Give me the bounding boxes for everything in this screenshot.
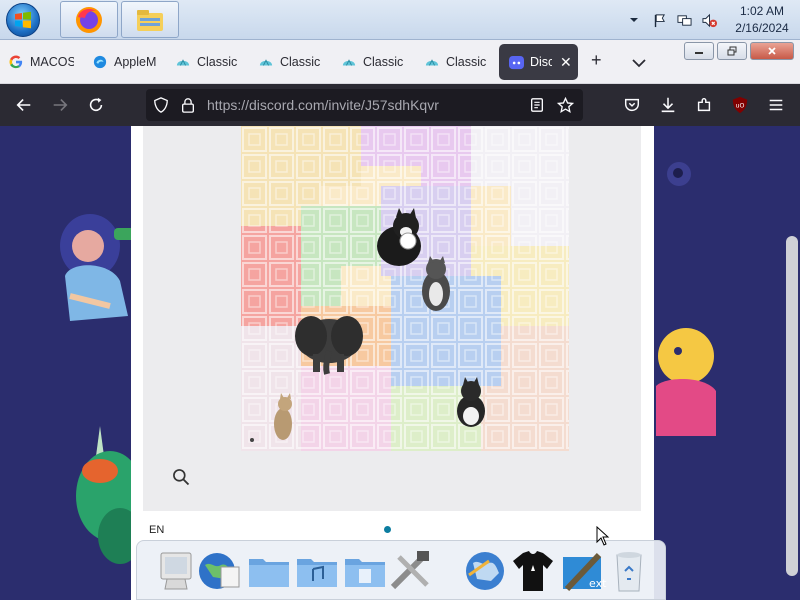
globe-icon[interactable] xyxy=(195,547,243,595)
page-scrollbar[interactable] xyxy=(784,126,800,600)
window-controls xyxy=(681,42,794,60)
volume-muted-icon[interactable] xyxy=(701,12,717,28)
chevron-down-icon[interactable] xyxy=(632,52,646,73)
system-tray: 1:02 AM 2/16/2024 xyxy=(626,0,800,40)
xcode-icon[interactable]: ext xyxy=(559,547,607,595)
bookmark-star-icon[interactable] xyxy=(556,96,574,114)
new-tab-icon[interactable]: + xyxy=(591,50,602,71)
character-illustration-right xyxy=(656,328,716,436)
tab-classic-3[interactable]: Classic xyxy=(341,44,403,80)
internet-globe-icon[interactable] xyxy=(461,547,509,595)
tab-macos[interactable]: MACOS xyxy=(8,44,74,80)
mac-style-dock: ext xyxy=(136,540,666,600)
menu-hamburger-icon[interactable] xyxy=(766,95,786,115)
minimize-button[interactable] xyxy=(684,42,714,60)
utilities-icon[interactable] xyxy=(387,547,435,595)
shell-icon xyxy=(175,54,191,70)
tab-label: Classic xyxy=(280,55,320,69)
web-page: EN xyxy=(0,126,800,600)
tshirt-icon[interactable] xyxy=(509,547,557,595)
taskbar-explorer[interactable] xyxy=(121,1,179,38)
language-selector[interactable]: EN xyxy=(149,524,164,536)
browser-tab-strip: MACOS AppleM Classic Classic Classic Cla… xyxy=(0,40,800,84)
tab-label: Classic xyxy=(197,55,237,69)
captcha-challenge xyxy=(143,126,641,511)
chevron-up-icon[interactable] xyxy=(626,12,642,28)
tab-label: AppleM xyxy=(114,55,156,69)
discord-icon xyxy=(508,54,524,70)
firefox-icon xyxy=(76,6,102,33)
tab-classic-1[interactable]: Classic xyxy=(175,44,237,80)
tab-label: Classic xyxy=(446,55,486,69)
tab-label: Discord xyxy=(530,55,552,69)
folder-explorer-icon xyxy=(137,9,163,31)
shell-icon xyxy=(341,54,357,70)
close-tab-icon[interactable]: ✕ xyxy=(560,54,572,71)
system-clock[interactable]: 1:02 AM 2/16/2024 xyxy=(726,3,798,37)
clock-time: 1:02 AM xyxy=(739,4,785,18)
plant-illustration-left xyxy=(76,426,140,564)
shell-icon xyxy=(424,54,440,70)
reload-icon[interactable] xyxy=(86,95,106,115)
captcha-marker-dot xyxy=(250,438,254,442)
windows-taskbar: 1:02 AM 2/16/2024 xyxy=(0,0,800,40)
character-illustration-left xyxy=(60,214,136,321)
tab-discord[interactable]: Discord ✕ xyxy=(499,44,578,80)
captcha-puzzle-image[interactable] xyxy=(241,126,569,451)
scroll-thumb[interactable] xyxy=(786,236,798,576)
monitor-icon[interactable] xyxy=(153,547,201,595)
zoom-magnifier-icon[interactable] xyxy=(171,467,195,491)
folder-icon[interactable] xyxy=(245,547,293,595)
music-folder-icon[interactable] xyxy=(293,547,341,595)
tab-label: MACOS xyxy=(30,55,74,69)
windows-logo-icon xyxy=(15,11,31,29)
mouse-cursor-icon xyxy=(596,526,610,546)
edge-icon xyxy=(92,54,108,70)
taskbar-firefox[interactable] xyxy=(60,1,118,38)
shell-icon xyxy=(258,54,274,70)
google-icon xyxy=(8,54,24,70)
tab-classic-4[interactable]: Classic xyxy=(424,44,486,80)
reader-view-icon[interactable] xyxy=(528,96,546,114)
shield-icon[interactable] xyxy=(152,96,170,114)
flag-icon[interactable] xyxy=(651,12,667,28)
documents-folder-icon[interactable] xyxy=(341,547,389,595)
network-icon[interactable] xyxy=(676,12,692,28)
start-button[interactable] xyxy=(6,3,40,37)
lock-icon[interactable] xyxy=(179,96,197,114)
forward-arrow-icon[interactable] xyxy=(50,95,70,115)
svg-text:uO: uO xyxy=(736,103,745,110)
extensions-puzzle-icon[interactable] xyxy=(694,95,714,115)
restore-button[interactable] xyxy=(717,42,747,60)
clock-date: 2/16/2024 xyxy=(735,21,789,35)
progress-dot xyxy=(384,526,391,533)
bubble-illustration xyxy=(667,162,691,186)
address-bar[interactable]: https://discord.com/invite/J57sdhKqvr xyxy=(146,89,583,121)
browser-toolbar: https://discord.com/invite/J57sdhKqvr uO xyxy=(0,84,800,126)
url-text: https://discord.com/invite/J57sdhKqvr xyxy=(207,97,439,113)
captcha-card: EN xyxy=(131,126,654,600)
captcha-image[interactable] xyxy=(241,126,569,451)
trash-icon[interactable] xyxy=(605,547,653,595)
close-window-button[interactable] xyxy=(750,42,794,60)
tab-classic-2[interactable]: Classic xyxy=(258,44,320,80)
tab-label: Classic xyxy=(363,55,403,69)
back-arrow-icon[interactable] xyxy=(14,95,34,115)
download-icon[interactable] xyxy=(658,95,678,115)
pocket-icon[interactable] xyxy=(622,95,642,115)
ublock-origin-icon[interactable]: uO xyxy=(730,95,750,115)
tab-applem[interactable]: AppleM xyxy=(92,44,156,80)
